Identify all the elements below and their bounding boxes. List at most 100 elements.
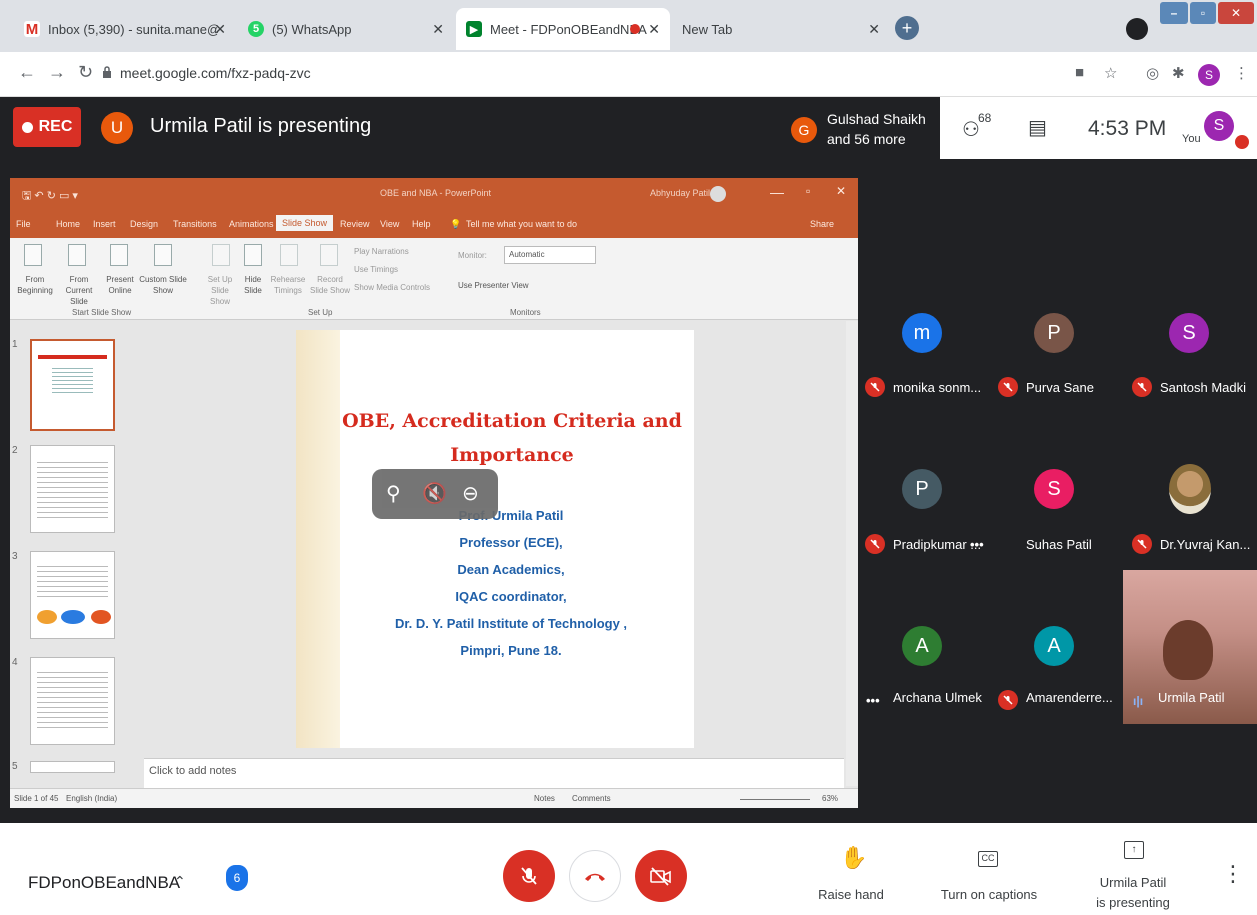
ppt-user: Abhyuday Patil xyxy=(650,188,711,198)
status-language: English (India) xyxy=(66,794,118,803)
close-icon[interactable]: ✕ xyxy=(432,21,444,38)
close-icon[interactable]: ✕ xyxy=(648,21,660,38)
camera-icon[interactable]: ■ xyxy=(1075,64,1084,81)
notes-placeholder: Click to add notes xyxy=(149,765,237,777)
presenting-line2: is presenting xyxy=(1096,895,1170,910)
rec-label: REC xyxy=(38,118,73,135)
close-icon[interactable]: ✕ xyxy=(214,21,226,38)
pinned-participant-chip[interactable]: G Gulshad Shaikh and 56 more xyxy=(785,105,940,153)
presenting-banner: Urmila Patil is presenting xyxy=(150,115,372,137)
raise-hand-label[interactable]: Raise hand xyxy=(808,885,894,905)
minimize-button[interactable]: – xyxy=(1160,2,1188,24)
slide-thumbnails: 1 2 3 4 5 xyxy=(10,321,142,773)
close-window-button[interactable]: ✕ xyxy=(1218,2,1254,24)
participant-avatar: S xyxy=(1169,313,1209,353)
mic-toggle-button[interactable] xyxy=(503,850,555,902)
ribbon-set-up: Set Up Slide Show xyxy=(207,275,233,306)
lock-icon xyxy=(103,66,111,78)
chevron-up-icon[interactable]: ⌃ xyxy=(174,873,186,890)
participant-name: Suhas Patil xyxy=(1026,537,1092,552)
presenting-control[interactable]: Urmila Patil is presenting xyxy=(1080,873,1186,913)
slide-thumbnail xyxy=(30,761,115,773)
forward-icon[interactable]: → xyxy=(48,62,66,83)
ppt-user-avatar xyxy=(710,186,726,202)
menu-kebab-icon[interactable]: ⋮ xyxy=(1234,64,1249,82)
present-icon[interactable]: ↑ xyxy=(1124,841,1144,859)
puzzle-icon[interactable]: ✱ xyxy=(1172,64,1185,82)
participant-avatar: P xyxy=(1034,313,1074,353)
more-options-icon[interactable]: ⋮ xyxy=(1222,861,1244,887)
ribbon-use-timings: Use Timings xyxy=(354,265,399,274)
ppt-close: ✕ xyxy=(836,184,847,198)
self-label: You xyxy=(1182,133,1201,145)
participant-name: Archana Ulmek xyxy=(893,690,982,705)
new-tab-button[interactable]: + xyxy=(895,16,919,40)
ribbon-rehearse: Rehearse Timings xyxy=(270,275,306,295)
slide-thumbnail xyxy=(30,339,115,431)
star-icon[interactable]: ☆ xyxy=(1104,64,1117,82)
recording-dot-icon xyxy=(630,24,640,34)
shield-icon[interactable]: 6 xyxy=(226,865,248,891)
quick-access-icons: 🖫 ↶ ↻ ▭ ▾ xyxy=(22,190,78,202)
ribbon-group-label: Start Slide Show xyxy=(72,308,132,317)
tab-label: (5) WhatsApp xyxy=(272,21,352,37)
slideshow-icon xyxy=(68,244,86,266)
ppt-tab: Review xyxy=(340,219,370,229)
participant-avatar: A xyxy=(1034,626,1074,666)
tell-me: Tell me what you want to do xyxy=(466,219,578,229)
leave-call-button[interactable] xyxy=(569,850,621,902)
thumb-number: 5 xyxy=(12,761,18,772)
pin-icon[interactable]: ⚲ xyxy=(386,481,401,506)
zoom-slider xyxy=(740,799,810,800)
tab-meet[interactable]: ▶ Meet - FDPonOBEandNBA ✕ xyxy=(456,8,670,50)
url-field[interactable]: meet.google.com/fxz-padq-zvc xyxy=(120,65,311,81)
ppt-tab: Design xyxy=(130,219,159,229)
ribbon-hide-slide: Hide Slide xyxy=(244,275,262,295)
audio-level-icon: ı|ı xyxy=(1133,694,1144,708)
extension-icon[interactable]: ◎ xyxy=(1146,64,1159,82)
slideshow-icon xyxy=(24,244,42,266)
mute-icon[interactable]: 🔇 xyxy=(422,481,447,506)
mic-off-icon xyxy=(1132,534,1152,554)
captions-label[interactable]: Turn on captions xyxy=(935,885,1043,905)
ppt-tab: Help xyxy=(412,219,431,229)
slide-line: Professor (ECE), xyxy=(459,535,563,550)
thumb-number: 2 xyxy=(12,445,18,456)
tab-gmail[interactable]: M Inbox (5,390) - sunita.mane@kbc ✕ xyxy=(14,8,236,50)
remove-icon[interactable]: ⊖ xyxy=(462,481,479,506)
maximize-button[interactable]: ▫ xyxy=(1190,2,1216,24)
share-label: Share xyxy=(810,219,835,229)
camera-toggle-button[interactable] xyxy=(635,850,687,902)
chat-icon[interactable]: ▤ xyxy=(1028,115,1047,140)
raise-hand-icon[interactable]: ✋ xyxy=(840,845,867,871)
meet-top-bar: REC U Urmila Patil is presenting G Gulsh… xyxy=(0,97,1257,159)
back-icon[interactable]: ← xyxy=(18,62,36,83)
mic-off-icon xyxy=(521,867,537,885)
meeting-name[interactable]: FDPonOBEandNBA xyxy=(28,873,180,893)
ppt-tab: Transitions xyxy=(173,219,217,229)
camera-off-icon xyxy=(650,867,671,886)
ppt-ribbon: From Beginning From Current Slide Presen… xyxy=(10,238,858,320)
status-zoom: 63% xyxy=(822,794,839,803)
ppt-window-title: OBE and NBA - PowerPoint xyxy=(380,188,492,198)
participant-count: 68 xyxy=(978,111,992,125)
status-slide-count: Slide 1 of 45 xyxy=(14,794,59,803)
participant-name: Amarenderre... xyxy=(1026,690,1113,705)
close-icon[interactable]: ✕ xyxy=(868,21,880,38)
reload-icon[interactable]: ↻ xyxy=(78,62,93,83)
meet-icon: ▶ xyxy=(466,21,482,37)
profile-avatar[interactable]: S xyxy=(1198,64,1220,86)
tab-new[interactable]: New Tab ✕ xyxy=(672,8,890,50)
setup-icon xyxy=(212,244,230,266)
pinned-name: Gulshad Shaikh xyxy=(827,111,926,127)
tab-whatsapp[interactable]: 5 (5) WhatsApp ✕ xyxy=(238,8,454,50)
speaking-dots-icon: ••• xyxy=(970,537,984,552)
profile-menu-icon[interactable] xyxy=(1126,18,1148,40)
ppt-tab: File xyxy=(16,219,31,229)
ribbon-from-beginning: From Beginning xyxy=(17,275,53,295)
whatsapp-icon: 5 xyxy=(248,21,264,37)
current-slide: OBE, Accreditation Criteria and Importan… xyxy=(296,330,694,748)
slide-title: OBE, Accreditation Criteria and Importan… xyxy=(342,410,682,466)
captions-icon[interactable]: CC xyxy=(978,851,998,867)
self-avatar[interactable]: S xyxy=(1204,111,1234,141)
